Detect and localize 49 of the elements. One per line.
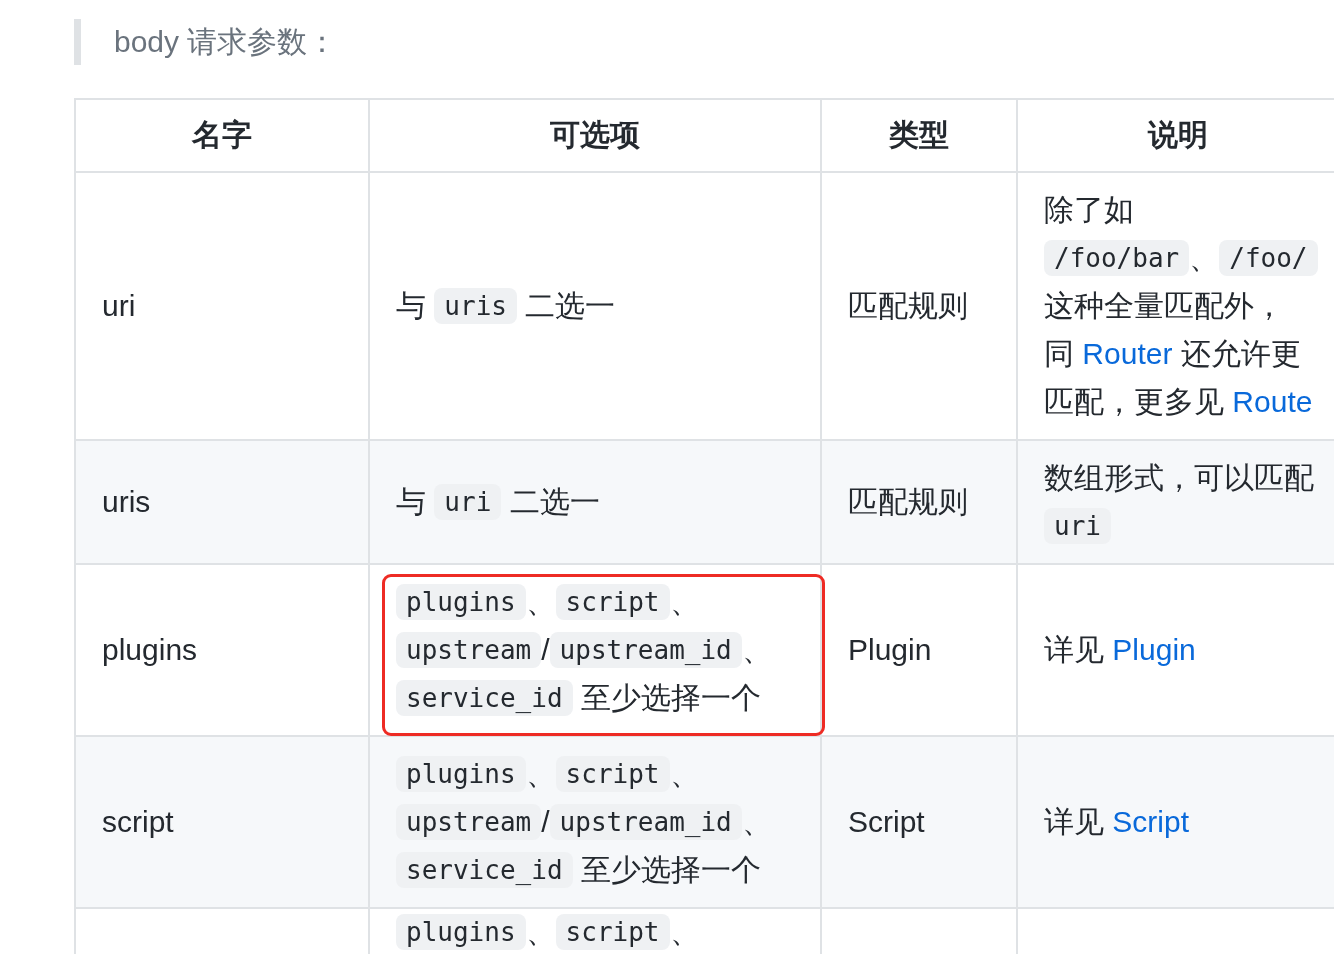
- cell-text: /: [541, 632, 550, 668]
- cell-text: 二选一: [508, 484, 600, 520]
- cell-text: 数组形式，可以匹配: [1044, 460, 1314, 496]
- inline-code: script: [555, 914, 670, 950]
- link[interactable]: Script: [1112, 798, 1190, 846]
- inline-code: script: [555, 584, 670, 620]
- inline-code: service_id: [396, 852, 573, 888]
- cell-text: 、: [669, 914, 700, 950]
- inline-code: uris: [434, 288, 517, 324]
- cell-text: 、: [669, 584, 700, 620]
- cell-text: 还允许更: [1179, 336, 1301, 372]
- cell-text: 二选一: [524, 288, 616, 324]
- cell-text: 匹配，更多见: [1044, 384, 1225, 420]
- cell-text: 、: [669, 756, 700, 792]
- cell-text: 、: [741, 632, 772, 668]
- inline-code: service_id: [396, 680, 573, 716]
- cell-text: /: [541, 804, 550, 840]
- inline-code: /foo/: [1219, 240, 1318, 276]
- inline-code: plugins: [396, 914, 526, 950]
- cell-text: 这种全量匹配外，: [1044, 288, 1284, 324]
- cell-text: 、: [1189, 240, 1220, 276]
- cell-text: 同: [1044, 336, 1075, 372]
- cell-text: 至少选择一个: [579, 852, 761, 888]
- inline-code: uri: [434, 484, 502, 520]
- cell-text: 至少选择一个: [579, 680, 761, 716]
- inline-code: upstream: [396, 804, 542, 840]
- link[interactable]: Route: [1232, 378, 1313, 426]
- cell-text: 与: [396, 288, 427, 324]
- inline-code: upstream: [396, 632, 542, 668]
- inline-code: upstream_id: [549, 804, 742, 840]
- cell-text: 与: [396, 484, 427, 520]
- link[interactable]: Plugin: [1112, 626, 1196, 674]
- column-header: 可选项: [369, 99, 821, 172]
- inline-code: uri: [1044, 508, 1111, 544]
- cell-text: 、: [525, 584, 556, 620]
- cell-text: 、: [525, 756, 556, 792]
- cell-text: 除了如: [1044, 192, 1134, 228]
- inline-code: plugins: [396, 584, 526, 620]
- cell-text: 详见: [1044, 632, 1105, 668]
- cell-text: 、: [525, 914, 556, 950]
- inline-code: upstream_id: [549, 632, 742, 668]
- inline-code: script: [555, 756, 670, 792]
- note-text: body 请求参数：: [74, 19, 1334, 65]
- cell-text: 、: [741, 804, 772, 840]
- link[interactable]: Router: [1082, 330, 1173, 378]
- inline-code: plugins: [396, 756, 526, 792]
- inline-code: /foo/bar: [1044, 240, 1190, 276]
- column-header: 名字: [75, 99, 369, 172]
- cell-text: 详见: [1044, 804, 1105, 840]
